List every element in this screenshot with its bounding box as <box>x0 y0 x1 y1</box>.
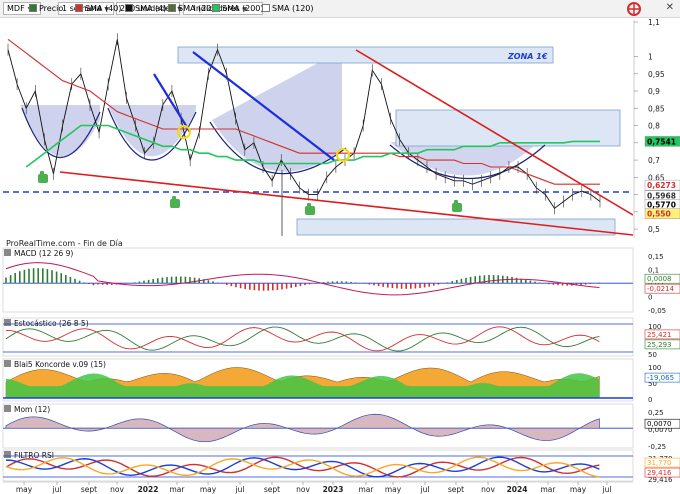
time-tick-label: sept <box>448 485 464 494</box>
time-tick-label: jul <box>52 485 62 494</box>
time-tick-label: sept <box>81 485 97 494</box>
time-tick-label: nov <box>110 485 124 494</box>
panel-axis-label: 0 <box>648 396 652 404</box>
price-tag-label: 0,550 <box>647 210 671 219</box>
panel-title: Estocástico (26 8 5) <box>14 319 89 328</box>
macd-panel: MACD (12 26 9)0,150,10,050-0,050,0008-0,… <box>2 247 680 315</box>
panel-title: Blai5 Koncorde v.09 (15) <box>14 360 106 369</box>
panel-icon <box>4 360 11 367</box>
price-tick-label: 0,5 <box>648 225 660 234</box>
time-tick-label: nov <box>296 485 310 494</box>
time-tick-label: mar <box>359 485 375 494</box>
price-tick-label: 0,95 <box>648 70 665 79</box>
time-tick-label: mar <box>541 485 557 494</box>
rsi-panel: FILTRO RSI31,77029,41631,77029,416 <box>2 449 680 484</box>
time-tick-label: may <box>570 485 587 494</box>
panel-value-label: 25,421 <box>647 331 672 339</box>
price-tick-label: 1 <box>648 53 653 62</box>
mom-panel: Mom (12) 0,250,0070-0,250,0070 <box>2 403 680 451</box>
panel-title: MACD (12 26 9) <box>14 249 73 258</box>
price-tick-label: 0,8 <box>648 122 660 131</box>
time-tick-label: jul <box>602 485 612 494</box>
panel-axis-label: 50 <box>648 351 657 359</box>
panel-title: Mom (12) <box>14 405 50 414</box>
panel-value-label: 29,416 <box>647 469 672 477</box>
panel-frame <box>2 403 634 449</box>
panel-value-label: 0,0008 <box>647 275 672 283</box>
watermark: ProRealTime.com - Fin de Día <box>6 239 123 248</box>
panel-icon <box>4 319 11 326</box>
panel-value-label: -0,0214 <box>647 285 675 293</box>
time-tick-label: jul <box>420 485 430 494</box>
panel-axis-label: -0,05 <box>648 307 666 315</box>
price-tag-label: 0,6273 <box>647 181 676 190</box>
time-tick-label: mar <box>170 485 186 494</box>
time-tick-label: 2024 <box>507 485 528 494</box>
panel-axis-label: 0,1 <box>648 267 659 275</box>
panel-axis-label: 0,15 <box>648 253 664 261</box>
price-tick-label: 0,7 <box>648 156 660 165</box>
panel-axis-label: 0,25 <box>648 409 664 417</box>
price-tag-label: 0,5770 <box>647 201 676 210</box>
time-tick-label: jul <box>235 485 245 494</box>
panel-value-label: 31,770 <box>647 459 672 467</box>
panel-axis-label: -0,25 <box>648 443 666 451</box>
price-tick-label: 0,9 <box>648 87 660 96</box>
time-tick-label: 2023 <box>323 485 344 494</box>
panel-icon <box>4 405 11 412</box>
panel-icon <box>4 451 11 458</box>
time-tick-label: 2022 <box>138 485 159 494</box>
price-tick-label: 0,85 <box>648 104 665 113</box>
price-tag-label: 0,7541 <box>647 137 676 146</box>
indicator-panels: MACD (12 26 9)0,150,10,050-0,050,0008-0,… <box>2 247 680 484</box>
time-axis: may jul sept nov 2022 mar may jul sept nov 2023 mar… <box>3 481 633 494</box>
time-tick-label: sept <box>264 485 280 494</box>
panel-value-label: 0,0070 <box>647 420 672 428</box>
panel-axis-label: 0 <box>648 294 652 302</box>
time-tick-label: may <box>16 485 33 494</box>
time-tick-label: may <box>385 485 402 494</box>
zone-label: ZONA 1€ <box>507 52 548 61</box>
panel-frame <box>2 449 634 482</box>
blai5-panel: Blai5 Koncorde v.09 (15) 100500-19,065 <box>2 358 680 404</box>
stoch-panel: Estocástico (26 8 5) 1005025,42125,293 <box>2 317 680 359</box>
price-panel: ZONA 1€ ProRealTime.com - Fin de Día <box>3 20 633 248</box>
chart-area[interactable]: ZONA 1€ ProRealTime.com - Fin de Día 1,1… <box>0 0 680 494</box>
price-tick-label: 1,1 <box>648 18 660 27</box>
panel-axis-label: 100 <box>648 364 661 372</box>
time-tick-label: may <box>200 485 217 494</box>
panel-icon <box>4 249 11 256</box>
panel-value-label: -19,065 <box>647 374 674 382</box>
panel-value-label: 25,293 <box>647 341 672 349</box>
time-tick-label: nov <box>481 485 495 494</box>
price-tag-label: 0,5968 <box>647 192 676 201</box>
